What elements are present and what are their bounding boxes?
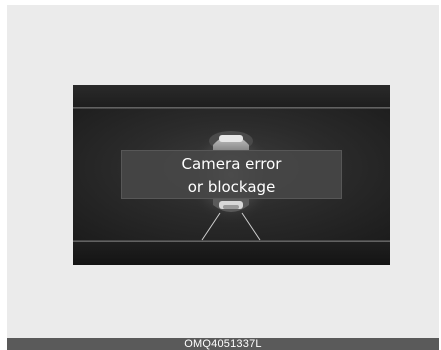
message-line-1: Camera error [181,155,282,173]
cluster-display: Camera error or blockage [73,85,390,265]
figure-code-caption: OMQ4051337L [7,338,439,350]
figure-frame: Camera error or blockage [7,5,439,338]
message-line-2: or blockage [187,178,276,196]
camera-error-message-box: Camera error or blockage [121,150,342,199]
